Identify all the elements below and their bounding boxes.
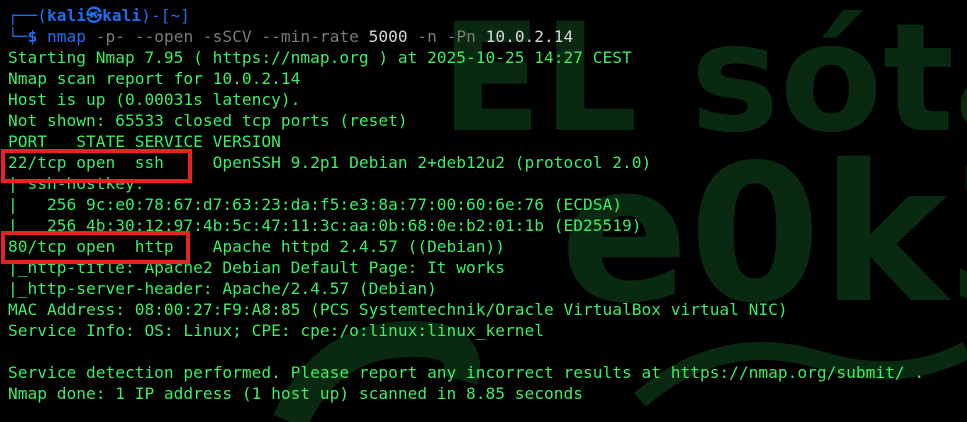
prompt-cwd: )-[~] <box>141 6 190 25</box>
prompt-box-open: ┌──( <box>8 6 47 25</box>
highlight-box-http-port <box>1 231 190 264</box>
output-line: MAC Address: 08:00:27:F9:A8:85 (PCS Syst… <box>8 300 788 319</box>
terminal-window[interactable]: EL sótan e0k3 ┌──(kali㉿kali)-[~] └─$ nma… <box>0 0 967 422</box>
prompt-line: ┌──(kali㉿kali)-[~] <box>8 5 967 26</box>
output-line: Service Info: OS: Linux; CPE: cpe:/o:lin… <box>8 321 545 340</box>
terminal-output[interactable]: ┌──(kali㉿kali)-[~] └─$ nmap -p- --open -… <box>8 5 967 404</box>
command-args-2: -n -Pn <box>407 27 486 46</box>
output-line: | 256 9c:e0:78:67:d7:63:23:da:f5:e3:8a:7… <box>8 195 622 214</box>
output-line: Nmap done: 1 IP address (1 host up) scan… <box>8 384 583 403</box>
command-line: └─$ nmap -p- --open -sSCV --min-rate 500… <box>8 26 967 47</box>
prompt-dollar: $ <box>27 27 38 46</box>
output-line: Host is up (0.00031s latency). <box>8 90 301 109</box>
output-line-blank <box>8 341 967 362</box>
output-line: |_http-server-header: Apache/2.4.57 (Deb… <box>8 279 437 298</box>
output-line: Nmap scan report for 10.0.2.14 <box>8 69 301 88</box>
output-line: Service detection performed. Please repo… <box>8 363 925 382</box>
output-line: Starting Nmap 7.95 ( https://nmap.org ) … <box>8 48 632 67</box>
command-name: nmap <box>47 27 86 46</box>
command-args: -p- --open -sSCV --min-rate <box>85 27 369 46</box>
prompt-user: kali㉿kali <box>46 6 142 25</box>
command-rate: 5000 <box>368 27 408 46</box>
prompt-corner: └─ <box>8 27 28 46</box>
command-target: 10.0.2.14 <box>485 27 574 46</box>
output-line: Not shown: 65533 closed tcp ports (reset… <box>8 111 408 130</box>
highlight-box-ssh-port <box>1 149 192 183</box>
